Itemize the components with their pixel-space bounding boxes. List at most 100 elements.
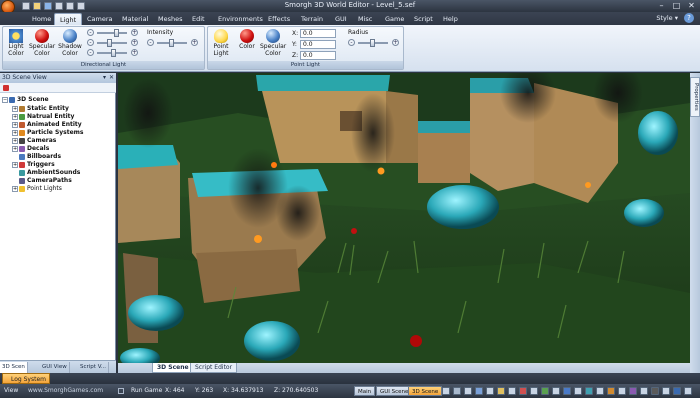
tab-script-view[interactable]: Script V... bbox=[78, 362, 109, 373]
tab-3d-scene-view[interactable]: 3D Scen bbox=[0, 362, 28, 373]
increase-icon[interactable]: + bbox=[131, 49, 138, 56]
record-tool-icon[interactable] bbox=[519, 387, 527, 395]
tab-gui[interactable]: GUI bbox=[330, 13, 352, 25]
tab-script-editor[interactable]: Script Editor bbox=[190, 363, 238, 373]
tree-item-billboards[interactable]: Billboards bbox=[12, 153, 61, 161]
rotate-tool-icon[interactable] bbox=[464, 387, 472, 395]
tab-gui-view[interactable]: GUI View bbox=[40, 362, 70, 373]
direction-x-slider[interactable]: - + bbox=[87, 29, 143, 37]
decal-tool-icon[interactable] bbox=[629, 387, 637, 395]
terrain-tool-icon[interactable] bbox=[541, 387, 549, 395]
tab-light[interactable]: Light bbox=[54, 13, 83, 25]
increase-icon[interactable]: + bbox=[191, 39, 198, 46]
decrease-icon[interactable]: - bbox=[87, 49, 94, 56]
decrease-icon[interactable]: - bbox=[87, 29, 94, 36]
help-icon[interactable]: ? bbox=[684, 13, 694, 23]
tree-item-ambient-sounds[interactable]: AmbientSounds bbox=[12, 169, 80, 177]
direction-y-slider[interactable]: - + bbox=[87, 39, 143, 47]
undo-icon[interactable] bbox=[55, 2, 63, 10]
stats-tool-icon[interactable] bbox=[662, 387, 670, 395]
shadow-tool-icon[interactable] bbox=[596, 387, 604, 395]
tree-item-triggers[interactable]: + Triggers bbox=[12, 161, 55, 169]
gui-scene-mode-button[interactable]: GUI Scene bbox=[376, 386, 413, 396]
redo-icon[interactable] bbox=[66, 2, 74, 10]
maximize-button[interactable]: □ bbox=[670, 1, 683, 10]
tab-meshes[interactable]: Meshes bbox=[153, 13, 188, 25]
tree-item-animated-entity[interactable]: + Animated Entity bbox=[12, 121, 82, 129]
grid-tool-icon[interactable] bbox=[508, 387, 516, 395]
sky-tool-icon[interactable] bbox=[574, 387, 582, 395]
open-folder-icon[interactable] bbox=[33, 2, 41, 10]
save-icon[interactable] bbox=[44, 2, 52, 10]
tree-root[interactable]: −3D Scene bbox=[2, 96, 49, 104]
3d-viewport[interactable] bbox=[118, 73, 690, 363]
tree-item-camera-paths[interactable]: CameraPaths bbox=[12, 177, 72, 185]
fog-tool-icon[interactable] bbox=[585, 387, 593, 395]
decrease-icon[interactable]: - bbox=[147, 39, 154, 46]
scale-tool-icon[interactable] bbox=[475, 387, 483, 395]
radius-slider[interactable]: - + bbox=[348, 39, 404, 47]
tab-effects[interactable]: Effects bbox=[263, 13, 295, 25]
point-light-button[interactable]: Point Light bbox=[208, 29, 234, 57]
point-color-button[interactable]: Color bbox=[234, 29, 260, 51]
increase-icon[interactable]: + bbox=[392, 39, 399, 46]
decrease-icon[interactable]: - bbox=[87, 39, 94, 46]
options-icon[interactable] bbox=[77, 2, 85, 10]
select-tool-icon[interactable] bbox=[442, 387, 450, 395]
tree-item-point-lights[interactable]: + Point Lights bbox=[12, 185, 62, 193]
close-panel-icon[interactable]: ✕ bbox=[109, 73, 114, 83]
tab-misc[interactable]: Misc bbox=[353, 13, 377, 25]
y-input[interactable]: 0.0 bbox=[300, 40, 336, 49]
trigger-tool-icon[interactable] bbox=[640, 387, 648, 395]
wireframe-tool-icon[interactable] bbox=[552, 387, 560, 395]
camera-tool-icon[interactable] bbox=[530, 387, 538, 395]
snap-tool-icon[interactable] bbox=[486, 387, 494, 395]
increase-icon[interactable]: + bbox=[131, 29, 138, 36]
layout-icon[interactable] bbox=[118, 388, 124, 394]
increase-icon[interactable]: + bbox=[131, 39, 138, 46]
tab-edit[interactable]: Edit bbox=[187, 13, 210, 25]
particle-tool-icon[interactable] bbox=[607, 387, 615, 395]
z-input[interactable]: 0.0 bbox=[300, 51, 336, 60]
tab-3d-scene[interactable]: 3D Scene bbox=[152, 363, 194, 373]
physics-tool-icon[interactable] bbox=[651, 387, 659, 395]
shadow-color-button[interactable]: Shadow Color bbox=[57, 29, 83, 57]
directional-specular-color-button[interactable]: Specular Color bbox=[29, 29, 55, 57]
tab-camera[interactable]: Camera bbox=[82, 13, 118, 25]
tab-environments[interactable]: Environments bbox=[213, 13, 268, 25]
intensity-slider[interactable]: - + bbox=[147, 39, 203, 47]
tab-game[interactable]: Game bbox=[380, 13, 409, 25]
settings-tool-icon[interactable] bbox=[684, 387, 692, 395]
minimize-button[interactable]: – bbox=[655, 1, 668, 10]
log-system-tab[interactable]: Log System bbox=[2, 373, 50, 384]
properties-tab[interactable]: Properties bbox=[690, 77, 700, 117]
tree-item-particle-systems[interactable]: + Particle Systems bbox=[12, 129, 84, 137]
pin-icon[interactable]: ▾ bbox=[103, 73, 106, 83]
tree-item-static-entity[interactable]: + Static Entity bbox=[12, 105, 69, 113]
tab-terrain[interactable]: Terrain bbox=[296, 13, 328, 25]
decrease-icon[interactable]: - bbox=[348, 39, 355, 46]
tree-item-decals[interactable]: + Decals bbox=[12, 145, 49, 153]
fullscreen-tool-icon[interactable] bbox=[673, 387, 681, 395]
new-file-icon[interactable] bbox=[22, 2, 30, 10]
tree-item-cameras[interactable]: + Cameras bbox=[12, 137, 56, 145]
tab-help[interactable]: Help bbox=[438, 13, 463, 25]
tab-script[interactable]: Script bbox=[409, 13, 438, 25]
sound-tool-icon[interactable] bbox=[618, 387, 626, 395]
close-button[interactable]: ✕ bbox=[685, 1, 698, 10]
light-tool-icon[interactable] bbox=[497, 387, 505, 395]
3d-scene-mode-button[interactable]: 3D Scene bbox=[408, 386, 443, 396]
direction-z-slider[interactable]: - + bbox=[87, 49, 143, 57]
point-specular-color-button[interactable]: Specular Color bbox=[260, 29, 286, 57]
style-menu[interactable]: Style ▾ bbox=[656, 14, 678, 22]
run-game-button[interactable]: Run Game bbox=[131, 384, 162, 398]
tab-home[interactable]: Home bbox=[27, 13, 56, 25]
tree-item-natrual-entity[interactable]: + Natrual Entity bbox=[12, 113, 74, 121]
water-tool-icon[interactable] bbox=[563, 387, 571, 395]
main-mode-button[interactable]: Main bbox=[354, 386, 376, 396]
tab-material[interactable]: Material bbox=[117, 13, 153, 25]
move-tool-icon[interactable] bbox=[453, 387, 461, 395]
x-input[interactable]: 0.0 bbox=[300, 29, 336, 38]
delete-icon[interactable] bbox=[3, 85, 9, 91]
light-color-button[interactable]: Light Color bbox=[3, 29, 29, 57]
